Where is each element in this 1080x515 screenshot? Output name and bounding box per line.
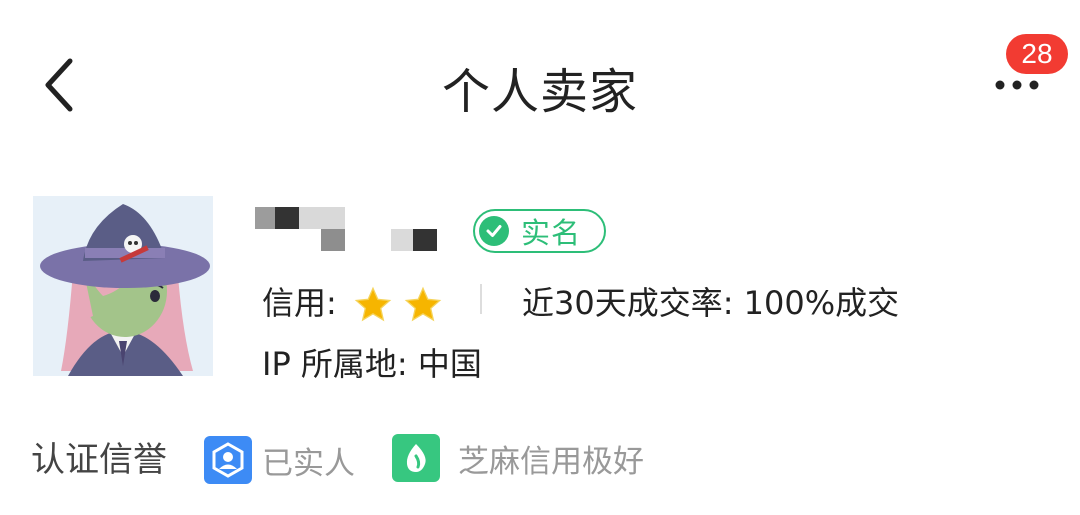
avatar-image [33,196,213,376]
person-verify-icon [204,436,252,484]
cert-item-sesame-credit[interactable]: 芝麻信用极好 [392,434,644,482]
cert-item-label: 芝麻信用极好 [458,443,644,480]
check-circle-icon [479,216,509,246]
star-icon [354,286,392,322]
certification-title: 认证信誉 [31,440,167,480]
credit-label: 信用: [262,284,337,322]
deal-rate: 近30天成交率: 100%成交 [522,284,900,322]
notification-badge: 28 [1006,34,1068,74]
sesame-credit-icon [392,434,440,482]
credit-rating: 信用: [262,278,443,325]
verified-badge: 实名 [473,209,606,253]
divider [480,284,482,314]
verified-label: 实名 [521,216,582,250]
star-icon [404,286,442,322]
page-title: 个人卖家 [441,64,638,120]
ip-location: IP 所属地: 中国 [262,345,482,383]
seller-avatar[interactable] [33,196,213,376]
cert-item-label: 已实人 [262,445,355,482]
cert-item-person-verified[interactable]: 已实人 [204,436,355,484]
